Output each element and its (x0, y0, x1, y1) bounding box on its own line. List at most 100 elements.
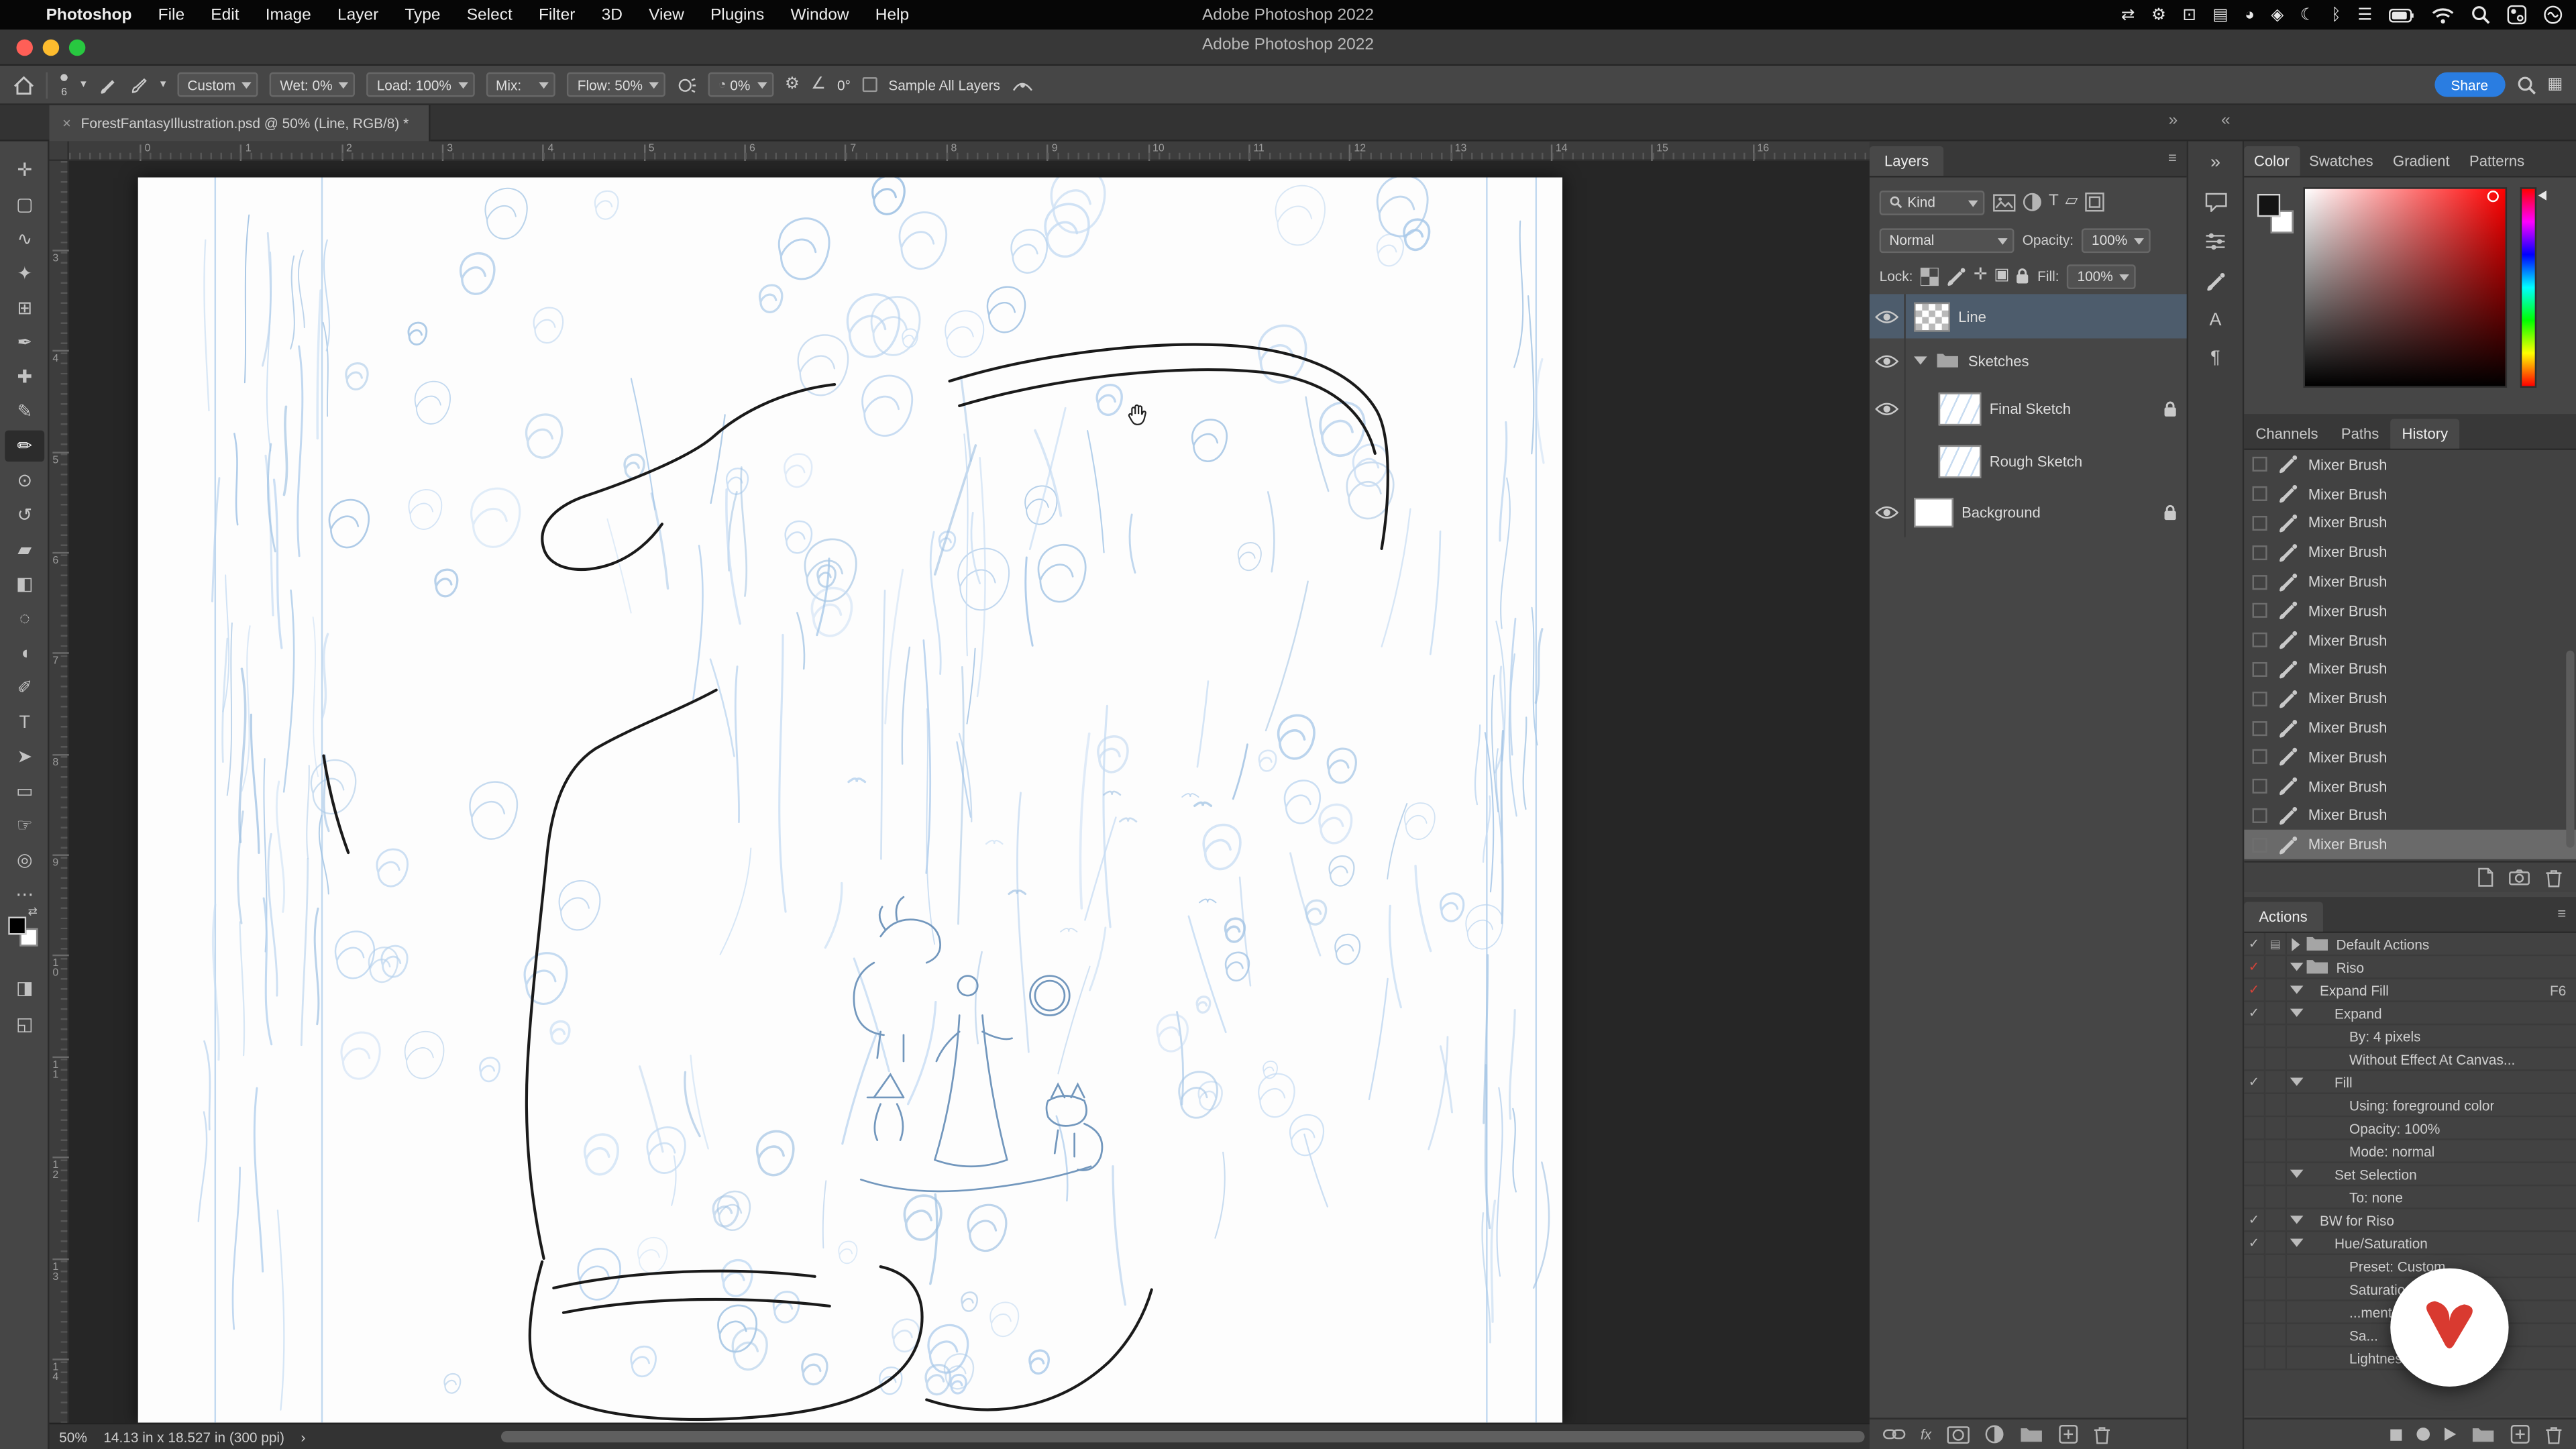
history-source-checkbox[interactable] (2252, 837, 2267, 853)
layer-thumbnail[interactable] (1914, 498, 1953, 528)
layer-filter-kind-select[interactable]: Kind (1879, 189, 1985, 215)
tab-color[interactable]: Color (2244, 146, 2300, 176)
screen-mode[interactable]: ◱ (5, 1009, 44, 1040)
filter-adjustment-layers-icon[interactable] (2023, 193, 2042, 212)
tool-gradient[interactable]: ◧ (5, 568, 44, 600)
delete-layer-icon[interactable] (2092, 1424, 2110, 1444)
tool-lasso[interactable]: ∿ (5, 223, 44, 255)
stage-manager-icon[interactable]: ☰ (2357, 6, 2372, 24)
lock-transparent-pixels-icon[interactable] (1921, 266, 1939, 287)
history-state[interactable]: Mixer Brush (2244, 508, 2576, 538)
color-profile-icon[interactable]: ◕ (2245, 6, 2255, 24)
action-row-riso[interactable]: ✓ Riso (2244, 956, 2576, 979)
tool-dodge[interactable]: ◖ (5, 637, 44, 669)
menu-select[interactable]: Select (453, 6, 525, 24)
menu-edit[interactable]: Edit (198, 6, 252, 24)
brush-settings-toggle-icon[interactable] (98, 74, 117, 94)
tool-hand[interactable]: ☞ (5, 810, 44, 841)
swap-colors-icon[interactable]: ⇄ (28, 905, 38, 918)
action-row-expand[interactable]: ✓ Expand (2244, 1002, 2576, 1026)
history-source-checkbox[interactable] (2252, 661, 2267, 677)
filter-shape-layers-icon[interactable]: ▱ (2065, 193, 2078, 212)
action-expand-icon[interactable] (2287, 985, 2305, 994)
horizontal-scrollbar[interactable] (500, 1431, 1865, 1443)
quick-mask-mode[interactable]: ◨ (5, 973, 44, 1004)
action-toggle-cell[interactable] (2244, 1278, 2266, 1300)
action-toggle-cell[interactable]: ✓ (2244, 956, 2266, 978)
link-layers-icon[interactable] (1883, 1428, 1906, 1441)
tool-rectangular-marquee[interactable]: ▢ (5, 189, 44, 221)
history-source-checkbox[interactable] (2252, 779, 2267, 794)
privacy-shield-icon[interactable]: ◈ (2271, 6, 2284, 24)
history-source-checkbox[interactable] (2252, 457, 2267, 472)
menu-filter[interactable]: Filter (525, 6, 588, 24)
action-row-by-4-pixels[interactable]: By: 4 pixels (2244, 1025, 2576, 1049)
layer-visibility-toggle[interactable] (1870, 488, 1906, 537)
filter-smart-objects-icon[interactable] (2084, 193, 2104, 212)
filter-type-layers-icon[interactable]: T (2049, 193, 2059, 212)
panel-brushes-icon[interactable] (2205, 271, 2226, 292)
search-icon[interactable] (2516, 74, 2536, 94)
action-toggle-cell[interactable] (2244, 1255, 2266, 1277)
tool-pen[interactable]: ✐ (5, 672, 44, 704)
menu-window[interactable]: Window (777, 6, 862, 24)
ruler-horizontal[interactable]: 0 1 2 3 4 5 6 7 8 9 10 11 12 13 14 15 16 (68, 141, 1870, 162)
layer-thumbnail[interactable] (1938, 445, 1982, 478)
action-toggle-cell[interactable] (2244, 1117, 2266, 1139)
smoothing-gear-icon[interactable]: ⚙ (785, 76, 800, 93)
add-layer-mask-icon[interactable] (1946, 1425, 1969, 1443)
document-tab[interactable]: × ForestFantasyIllustration.psd @ 50% (L… (49, 105, 431, 142)
tool-eyedropper[interactable]: ✒ (5, 327, 44, 358)
delete-state-icon[interactable] (2544, 867, 2563, 888)
action-dialog-cell[interactable] (2265, 1163, 2287, 1185)
action-toggle-cell[interactable] (2244, 1186, 2266, 1208)
tool-zoom[interactable]: ◎ (5, 845, 44, 876)
action-toggle-cell[interactable] (2244, 1324, 2266, 1346)
panel-paragraph-icon[interactable]: ¶ (2210, 349, 2220, 368)
action-expand-icon[interactable] (2287, 1077, 2305, 1086)
action-dialog-cell[interactable] (2265, 1324, 2287, 1346)
tab-layers[interactable]: Layers (1869, 146, 1944, 176)
action-dialog-cell[interactable] (2265, 1048, 2287, 1070)
battery-icon[interactable] (2389, 7, 2415, 22)
layer-row-background[interactable]: Background (1870, 488, 2187, 537)
tool-blur[interactable]: ◌ (5, 603, 44, 635)
color-saturation-brightness-field[interactable] (2303, 187, 2508, 388)
history-state[interactable]: Mixer Brush (2244, 567, 2576, 596)
layer-effects-icon[interactable]: fx (1921, 1426, 1931, 1442)
layer-row-sketches[interactable]: Sketches (1870, 338, 2187, 383)
menu-plugins[interactable]: Plugins (697, 6, 777, 24)
tool-eraser[interactable]: ▰ (5, 534, 44, 566)
display-icon[interactable]: ⊡ (2182, 6, 2196, 24)
brush-angle-value[interactable]: 0° (837, 76, 851, 93)
sample-all-layers-checkbox[interactable] (862, 77, 877, 93)
home-icon[interactable] (13, 74, 35, 94)
menu-layer[interactable]: Layer (324, 6, 391, 24)
history-state[interactable]: Mixer Brush (2244, 713, 2576, 743)
history-state[interactable]: Mixer Brush (2244, 450, 2576, 480)
action-row-preset-custom[interactable]: Preset: Custom (2244, 1255, 2576, 1279)
history-source-checkbox[interactable] (2252, 545, 2267, 560)
tab-history[interactable]: History (2390, 419, 2460, 449)
history-source-checkbox[interactable] (2252, 720, 2267, 736)
layer-visibility-toggle[interactable] (1870, 382, 1906, 435)
history-source-checkbox[interactable] (2252, 691, 2267, 706)
filter-pixel-layers-icon[interactable] (1993, 193, 2016, 212)
action-dialog-cell[interactable] (2265, 1117, 2287, 1139)
foreground-color[interactable] (8, 916, 27, 935)
hue-slider[interactable] (2520, 187, 2537, 388)
action-dialog-cell[interactable] (2265, 1347, 2287, 1369)
action-toggle-cell[interactable] (2244, 1094, 2266, 1116)
history-state[interactable]: Mixer Brush (2244, 538, 2576, 568)
history-scrollbar[interactable] (2566, 650, 2575, 848)
menu-image[interactable]: Image (252, 6, 324, 24)
action-toggle-cell[interactable] (2244, 1048, 2266, 1070)
action-toggle-cell[interactable] (2244, 1140, 2266, 1162)
tab-paths[interactable]: Paths (2330, 419, 2391, 448)
artboard[interactable] (138, 177, 1562, 1423)
close-tab-icon[interactable]: × (62, 115, 71, 131)
load-brush-icon[interactable] (129, 74, 148, 94)
new-action-icon[interactable] (2510, 1424, 2530, 1444)
brush-preset-chevron[interactable]: ▾ (80, 79, 87, 91)
action-row-bw-for-riso[interactable]: ✓ BW for Riso (2244, 1209, 2576, 1232)
